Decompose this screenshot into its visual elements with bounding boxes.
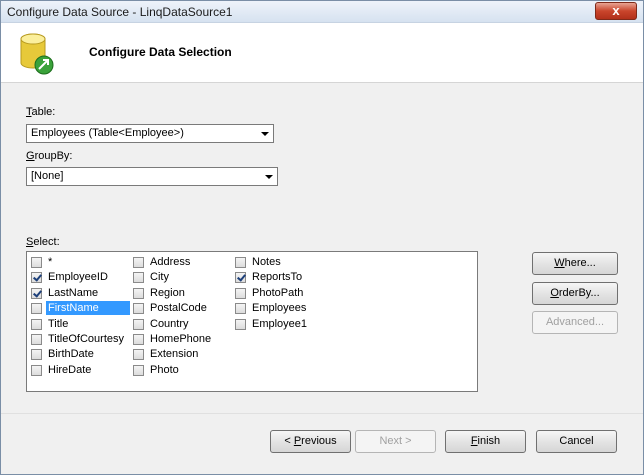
field-checkbox[interactable] [133,303,144,314]
wizard-header: Configure Data Selection [1,23,643,83]
field-checkbox[interactable] [235,303,246,314]
dialog-window: Configure Data Source - LinqDataSource1 … [0,0,644,475]
table-dropdown[interactable]: Employees (Table<Employee>) [26,124,274,143]
close-button[interactable]: x [595,2,637,20]
field-checkbox[interactable] [235,257,246,268]
where-button[interactable]: Where... [532,252,618,275]
select-label: Select: [26,236,60,248]
cancel-button[interactable]: Cancel [536,430,617,453]
field-checkbox[interactable] [31,365,42,376]
database-wizard-icon [20,33,54,75]
field-checkbox[interactable] [31,288,42,299]
title-bar[interactable]: Configure Data Source - LinqDataSource1 … [1,1,643,23]
field-checkbox[interactable] [133,257,144,268]
next-button[interactable]: Next > [355,430,436,453]
field-checkbox[interactable] [31,257,42,268]
previous-button[interactable]: < Previous [270,430,351,453]
table-dropdown-value: Employees (Table<Employee>) [31,127,184,139]
field-checkbox[interactable] [235,272,246,283]
groupby-dropdown[interactable]: [None] [26,167,278,186]
chevron-down-icon [261,132,269,136]
field-checkbox[interactable] [31,349,42,360]
field-checkbox[interactable] [31,319,42,330]
groupby-dropdown-value: [None] [31,170,64,182]
field-checkbox[interactable] [235,288,246,299]
field-checkbox[interactable] [133,319,144,330]
field-checkbox[interactable] [133,365,144,376]
groupby-label: GroupBy: [26,150,73,162]
window-title: Configure Data Source - LinqDataSource1 [7,5,233,19]
advanced-button[interactable]: Advanced... [532,311,618,334]
close-icon: x [612,3,620,18]
field-checkbox[interactable] [133,334,144,345]
field-checkbox[interactable] [31,303,42,314]
footer-divider [1,413,643,414]
page-title: Configure Data Selection [89,45,232,59]
field-checkbox[interactable] [133,288,144,299]
chevron-down-icon [265,175,273,179]
orderby-button[interactable]: OrderBy... [532,282,618,305]
field-checkbox[interactable] [235,319,246,330]
field-checkbox[interactable] [133,272,144,283]
field-checkbox[interactable] [31,272,42,283]
field-checkbox[interactable] [31,334,42,345]
finish-button[interactable]: Finish [445,430,526,453]
select-fields-list[interactable]: * EmployeeID LastName FirstName Title Ti… [26,251,478,392]
table-label: Table: [26,106,56,118]
field-checkbox[interactable] [133,349,144,360]
